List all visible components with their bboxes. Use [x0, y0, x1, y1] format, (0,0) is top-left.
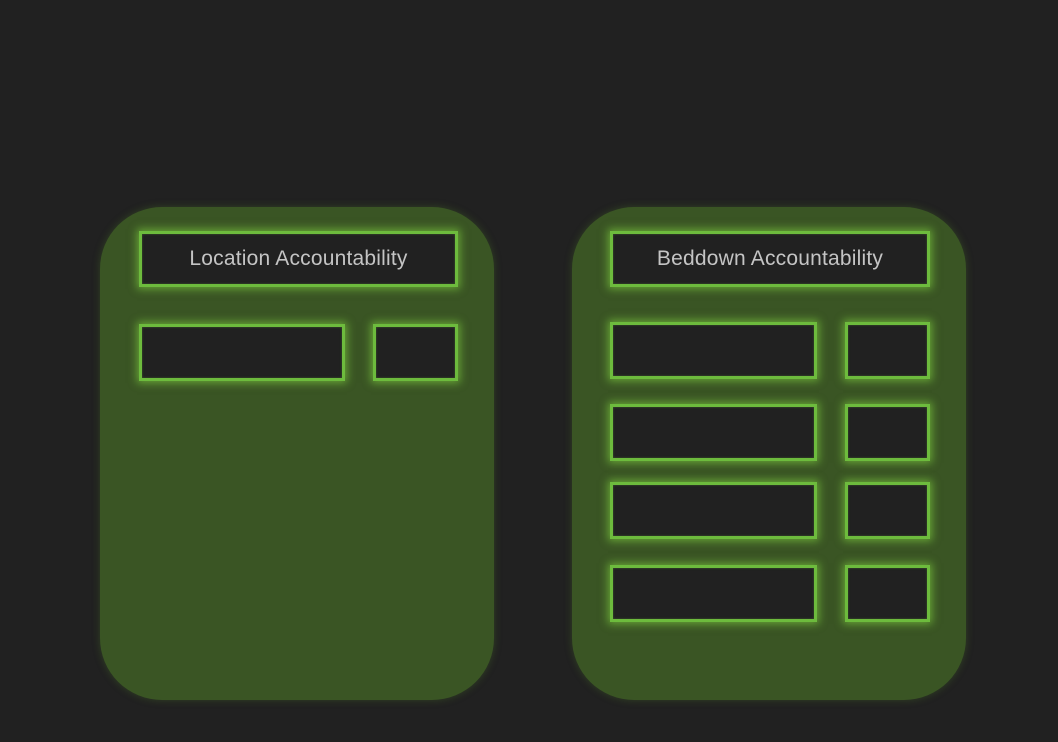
dashboard-canvas: Location Accountability Beddown Accounta… [0, 0, 1058, 742]
beddown-count-field-3[interactable] [845, 482, 930, 539]
beddown-count-field-4[interactable] [845, 565, 930, 622]
beddown-name-field-4[interactable] [610, 565, 817, 622]
beddown-name-field-1[interactable] [610, 322, 817, 379]
location-name-field[interactable] [139, 324, 345, 381]
beddown-name-field-2[interactable] [610, 404, 817, 461]
beddown-accountability-title: Beddown Accountability [610, 231, 930, 287]
location-accountability-title: Location Accountability [139, 231, 458, 287]
location-count-field[interactable] [373, 324, 458, 381]
beddown-count-field-1[interactable] [845, 322, 930, 379]
beddown-count-field-2[interactable] [845, 404, 930, 461]
beddown-name-field-3[interactable] [610, 482, 817, 539]
